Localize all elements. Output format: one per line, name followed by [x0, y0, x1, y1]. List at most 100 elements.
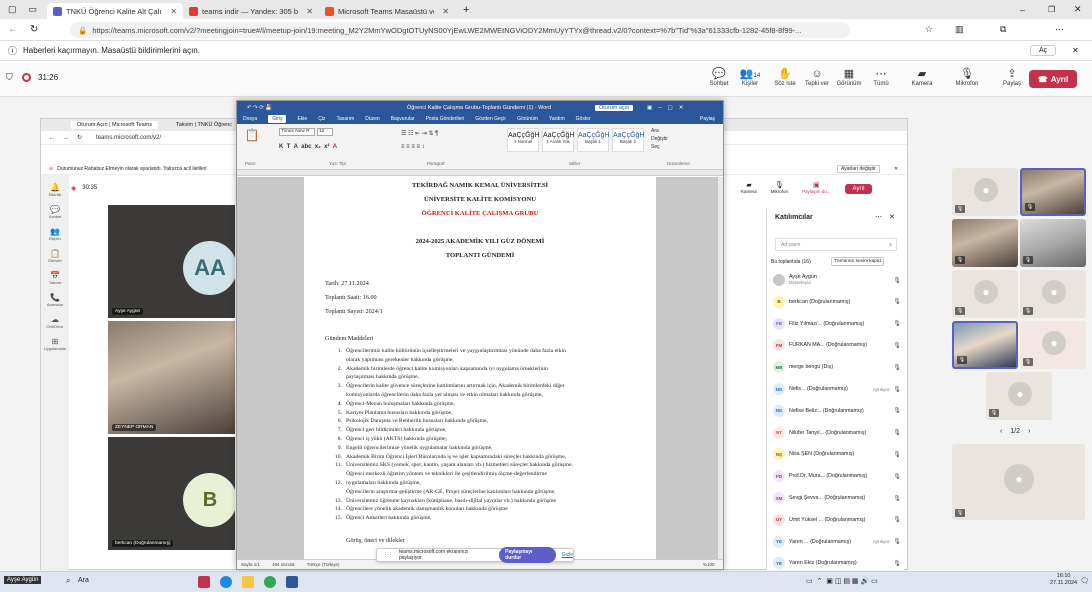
video-tile-zeynep[interactable]: ZEYNEP ORMAN [108, 321, 235, 434]
clock-time: 16:10 [1056, 573, 1071, 579]
participant-row[interactable]: YE Yaren Ekiz (Doğrulanmamış) 🎙 [773, 555, 901, 571]
back-icon[interactable]: ← [8, 24, 18, 35]
people-count: 14 [753, 73, 761, 79]
mic-muted-icon: 🎙 [955, 509, 965, 517]
gallery-tile[interactable]: ● 🎙 [952, 270, 1018, 318]
gallery-tile[interactable]: ● 🎙 [952, 168, 1018, 216]
gallery-tile[interactable]: ● 🎙 [1020, 270, 1086, 318]
shared-back-icon: ← [49, 134, 55, 141]
meeting-button-hand[interactable]: ✋ Söz iste [768, 67, 802, 87]
tab-close-icon[interactable]: ✕ [170, 7, 177, 16]
zoom-level: %100 [703, 562, 715, 567]
participant-row[interactable]: Ayşe Aygün Düzenleyici 🎙 [773, 272, 901, 288]
tab-close-icon[interactable]: ✕ [306, 7, 313, 16]
agenda-item: Öğrencilerin araştırma-geliştirme (AR-GE… [326, 488, 646, 497]
collections-icon[interactable]: ⧉ [1000, 24, 1006, 35]
shared-sidebar-label: Ödevler [47, 258, 62, 263]
chrome-icon[interactable] [264, 576, 276, 588]
word-title: Öğrenci Kalite Çalışma Grubu-Toplantı Gü… [407, 104, 552, 111]
shared-mic-label: Mikrofon [770, 189, 789, 194]
word-taskbar-icon[interactable] [286, 576, 298, 588]
participant-row[interactable]: NŞ Nisa ŞEN (Doğrulanmamış) 🎙 [773, 446, 901, 462]
participant-row[interactable]: FM FURKAN MA... (Doğrulanmamış) 🎙 [773, 337, 901, 353]
participant-row[interactable]: YE Yaren ... (Doğrulanmamış) Ayrılıyor 🎙 [773, 534, 901, 550]
self-view-tile[interactable]: ● 🎙 [952, 444, 1085, 520]
taskbar-search-icon[interactable]: ⌕ [66, 576, 70, 586]
gallery-tile[interactable]: ● 🎙 [1020, 321, 1086, 369]
browser-tab[interactable]: Microsoft Teams Masaüstü ve Mo ✕ [319, 3, 455, 19]
app-icon[interactable] [198, 576, 210, 588]
meeting-button-mic-off[interactable]: 🎙 Mikrofon [950, 67, 984, 87]
meeting-button-more[interactable]: ⋯ Tümü [864, 67, 898, 87]
participant-avatar: NT [773, 426, 785, 439]
gallery-tile[interactable]: 🎙 [952, 321, 1018, 369]
gallery-tile[interactable]: ● 🎙 [986, 372, 1052, 420]
close-notification-icon[interactable]: ✕ [1072, 46, 1079, 55]
participant-row[interactable]: NG Nefis... (Doğrulanmamış) Ayrılıyor 🎙 [773, 381, 901, 397]
stop-sharing-button[interactable]: Paylaşmayı durdur [499, 547, 556, 563]
enable-notifications-button[interactable]: Aç [1030, 45, 1057, 56]
split-screen-icon[interactable]: ▥ [955, 24, 964, 35]
meeting-button-grid[interactable]: ▦ Görünüm [832, 67, 866, 87]
meeting-button-people[interactable]: 👥14 Kişiler [733, 67, 767, 87]
minimize-window-button[interactable]: – [1020, 5, 1025, 15]
agenda-text: Akademik birimlerde öğrenci kalite komis… [346, 365, 548, 372]
ribbon-group-label: Düzenleme [667, 161, 690, 166]
browser-tab[interactable]: teams indir — Yandex: 305 bin sc ✕ [183, 3, 319, 19]
next-page-icon[interactable]: › [1028, 428, 1030, 435]
section-header[interactable]: Bu toplantıda (16) [771, 259, 811, 265]
restore-window-button[interactable]: ❐ [1048, 5, 1055, 14]
meeting-button-chat[interactable]: 💬 Sohbet [702, 67, 736, 87]
hide-banner-link[interactable]: Gizle [562, 552, 573, 558]
favorites-icon[interactable]: ☆ [925, 24, 933, 35]
url-field[interactable]: 🔒 https://teams.microsoft.com/v2/?meetin… [70, 22, 850, 38]
meeting-button-camera-off[interactable]: ▰ Kamera [905, 67, 939, 87]
notifications-icon[interactable]: 🗨 [1080, 577, 1089, 585]
participant-row[interactable]: NG Nefise Beliz... (Doğrulanmamış) 🎙 [773, 403, 901, 419]
edge-icon[interactable] [220, 576, 232, 588]
gallery-tile[interactable]: 🎙 [1020, 219, 1086, 267]
participants-more-icon[interactable]: ⋯ [875, 213, 882, 221]
prev-page-icon[interactable]: ‹ [1000, 428, 1002, 435]
participant-row[interactable]: FB Filiz Yılmaz/... (Doğrulanmamış) 🎙 [773, 316, 901, 332]
participant-row[interactable]: PD Prof.Dr. Mura... (Doğrulanmamış) 🎙 [773, 468, 901, 484]
agenda-text: olarak yapılması gerekenler hakkında gör… [346, 356, 454, 363]
video-tile-berkcan[interactable]: B berkcan (Doğrulanmamış) [108, 437, 235, 550]
agenda-text: Akademik Birim Öğrenci İşleri Bürolarınd… [346, 453, 567, 460]
tile-name: ZEYNEP ORMAN [112, 424, 157, 431]
new-tab-button[interactable]: + [463, 4, 469, 16]
agenda-item: 9. Engelli öğrencilerimize yönelik uygula… [326, 444, 646, 453]
doc-header-3: ÖĞRENCİ KALİTE ÇALIŞMA GRUBU [421, 210, 539, 217]
participants-search-placeholder: Ad yazın [781, 241, 801, 248]
agenda-item: 7. Öğrenci geri bildirimleri hakkında gör… [326, 426, 646, 435]
tab-favicon-icon [325, 6, 335, 16]
shared-sidebar-label: Uygulamalar [43, 346, 67, 351]
mute-all-button[interactable]: Tümünün sesini kapat [831, 257, 884, 266]
refresh-icon[interactable]: ↻ [30, 24, 38, 35]
settings-more-icon[interactable]: ⋯ [1055, 24, 1064, 35]
shared-mic-off-icon: 🎙 [774, 182, 784, 189]
gallery-tile[interactable]: 🎙 [1020, 168, 1086, 216]
video-tile-aa[interactable]: AA Ayşe Aygün [108, 205, 235, 318]
tab-close-icon[interactable]: ✕ [442, 7, 449, 16]
leave-button[interactable]: ☎ Ayrıl [1029, 70, 1077, 88]
participant-row[interactable]: B berkcan (Doğrulanmamış) 🎙 [773, 294, 901, 310]
close-window-button[interactable]: ✕ [1074, 4, 1082, 15]
participant-row[interactable]: MB merge bengü (Dış) 🎙 [773, 359, 901, 375]
shared-sidebar-icon: ☁ [51, 315, 59, 324]
participant-row[interactable]: SM Sevgi Şevva... (Doğrulanmamış) 🎙 [773, 490, 901, 506]
taskbar-search-label[interactable]: Ara [78, 577, 89, 584]
gallery-tile[interactable]: 🎙 [952, 219, 1018, 267]
file-explorer-icon[interactable] [242, 576, 254, 588]
participants-close-icon[interactable]: ✕ [889, 213, 895, 221]
meeting-button-share[interactable]: ⇪ Paylaş [995, 67, 1029, 87]
browser-tab[interactable]: TNKÜ Öğrenci Kalite Alt Çalı ✕ [47, 3, 184, 19]
participants-search[interactable]: Ad yazın ⌕ [775, 238, 897, 251]
participant-row[interactable]: NT Nilüfer Tanyıl... (Doğrulanmamış) 🎙 [773, 425, 901, 441]
workspaces-icon[interactable]: ▭ [29, 4, 38, 15]
meeting-button-smile[interactable]: ☺ Tepki ver [800, 67, 834, 87]
shared-camera-off-icon: ▰ [746, 182, 752, 189]
browser-menu-icon[interactable]: ▢ [8, 4, 17, 15]
participant-row[interactable]: ÜY Ümit Yüksel ... (Doğrulanmamış) 🎙 [773, 512, 901, 528]
participant-name: Ümit Yüksel ... (Doğrulanmamış) [789, 516, 866, 523]
